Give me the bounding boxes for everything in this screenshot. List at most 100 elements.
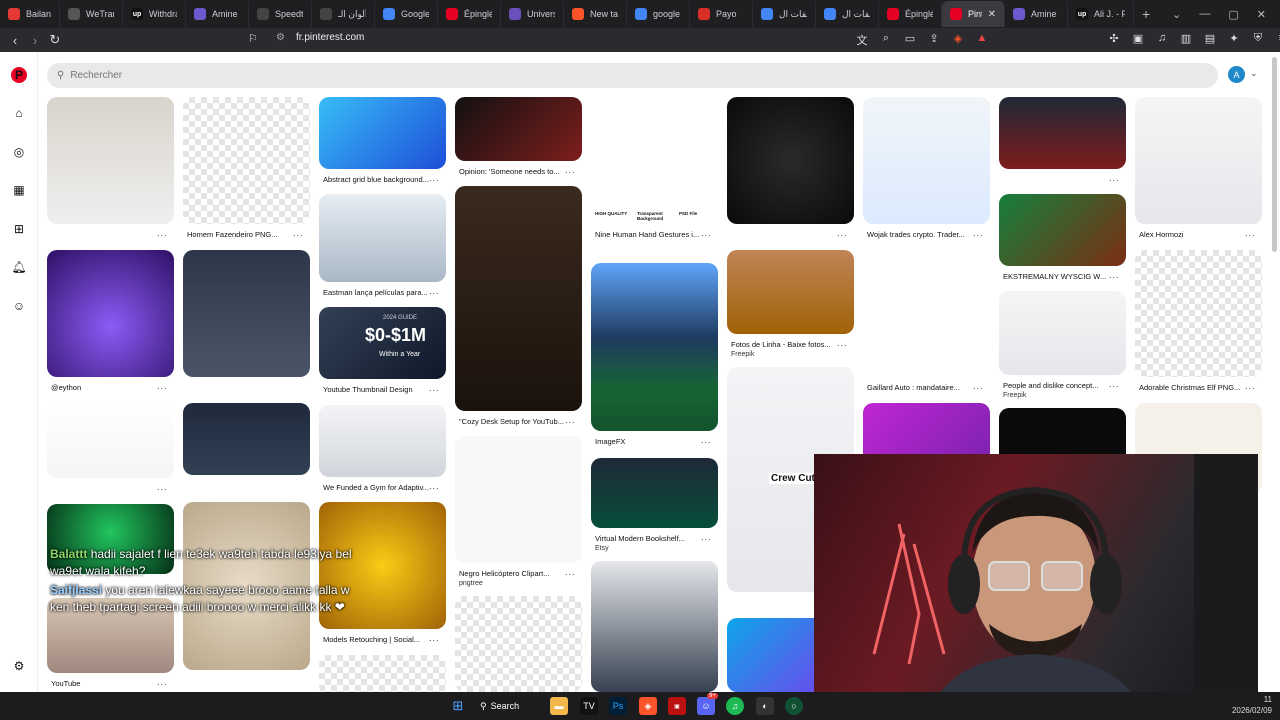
notifications-icon[interactable]: 🔔︎: [11, 259, 27, 275]
pin-title[interactable]: Gaillard Auto : mandataire...: [867, 383, 977, 392]
zoom-icon[interactable]: ⌕: [879, 32, 893, 48]
pin-image[interactable]: [319, 194, 446, 282]
app-icon[interactable]: ▣: [668, 697, 686, 715]
pin-image[interactable]: [455, 186, 582, 411]
page-scrollbar[interactable]: [1272, 57, 1277, 252]
pin-title[interactable]: ImageFX: [595, 437, 705, 446]
pin-title[interactable]: YouTube: [51, 679, 161, 688]
file-explorer-icon[interactable]: ▬: [550, 697, 568, 715]
pin-image[interactable]: [455, 436, 582, 563]
brave-icon[interactable]: ◈: [639, 697, 657, 715]
pin-title[interactable]: Models Retouching | Social...: [323, 635, 433, 644]
taskbar-search[interactable]: ⚲ Search: [480, 697, 552, 715]
boards-icon[interactable]: ▦: [11, 182, 27, 198]
forward-icon[interactable]: ›: [24, 29, 46, 51]
create-icon[interactable]: ⊞: [11, 221, 27, 237]
pin-title[interactable]: EKSTREMALNY WYSCIG W...: [1003, 272, 1113, 281]
minimize-icon[interactable]: —: [1199, 8, 1210, 20]
site-info-icon[interactable]: ⚙: [276, 32, 285, 43]
extensions-icon[interactable]: ✣: [1107, 32, 1121, 45]
pin-title[interactable]: "Cozy Desk Setup for YouTub...: [459, 417, 569, 426]
bookmark-icon[interactable]: ⚐: [248, 32, 258, 45]
pin-image[interactable]: [47, 403, 174, 478]
pin-image[interactable]: [47, 97, 174, 224]
windows-start-icon[interactable]: ⊞: [449, 697, 467, 715]
new-tab-button[interactable]: +: [1134, 6, 1158, 22]
pin-image[interactable]: [727, 250, 854, 334]
pin-title[interactable]: Youtube Thumbnail Design: [323, 385, 433, 394]
avatar[interactable]: A: [1228, 66, 1245, 83]
pin-title[interactable]: Negro Helicóptero Clipart...: [459, 569, 569, 578]
pin-image[interactable]: [863, 97, 990, 224]
pin-title[interactable]: Abstract grid blue background...: [323, 175, 433, 184]
pin-image[interactable]: [999, 97, 1126, 169]
explore-icon[interactable]: ◎: [11, 144, 27, 160]
browser-tab[interactable]: Épinglé: [879, 1, 942, 27]
pin-title[interactable]: We Funded a Gym for Adaptiv...: [323, 483, 433, 492]
pin-image[interactable]: [319, 97, 446, 169]
pin-title[interactable]: Fotos de Linha - Baixe fotos...: [731, 340, 841, 349]
search-input[interactable]: Rechercher: [70, 70, 122, 81]
pin-image[interactable]: 2024 GUIDE $0-$1M Within a Year: [319, 307, 446, 379]
translate-icon[interactable]: 文: [855, 32, 869, 48]
pin-title[interactable]: Eastman lança películas para...: [323, 288, 433, 297]
browser-tab[interactable]: Payo: [690, 1, 753, 27]
rewards-icon[interactable]: ▲: [975, 32, 989, 48]
pin-image[interactable]: HIGH QUALITY Transparent Background PSD Fi…: [591, 97, 718, 224]
discord-icon[interactable]: ☺: [697, 697, 715, 715]
pin-image[interactable]: [183, 97, 310, 224]
browser-tab[interactable]: Amine D: [186, 1, 249, 27]
brave-shield-icon[interactable]: ◈: [951, 32, 965, 48]
reload-icon[interactable]: ↻: [44, 29, 66, 51]
browser-tab[interactable]: Amine D: [1005, 1, 1068, 27]
pin-title[interactable]: Virtual Modern Bookshelf...: [595, 534, 705, 543]
app-icon[interactable]: ○: [785, 697, 803, 715]
sidebar-icon[interactable]: ▥: [1179, 32, 1193, 45]
browser-tab[interactable]: google t: [627, 1, 690, 27]
address-bar[interactable]: fr.pinterest.com: [296, 32, 364, 43]
pin-image[interactable]: [47, 250, 174, 377]
pin-title[interactable]: Wojak trades crypto. Trader...: [867, 230, 977, 239]
tab-search-icon[interactable]: ⌄: [1172, 8, 1181, 21]
pin-image[interactable]: [455, 596, 582, 692]
search-bar[interactable]: ⚲ Rechercher: [47, 63, 1218, 88]
browser-tab[interactable]: ألوان الـ: [312, 1, 375, 27]
browser-tab[interactable]: Speedte: [249, 1, 312, 27]
browser-tab[interactable]: ملفات ال: [816, 1, 879, 27]
photoshop-icon[interactable]: Ps: [609, 697, 627, 715]
tradingview-icon[interactable]: TV: [580, 697, 598, 715]
home-icon[interactable]: ⌂: [11, 105, 27, 121]
account-menu-chevron-icon[interactable]: ⌄: [1250, 68, 1258, 79]
browser-tab[interactable]: Google: [375, 1, 438, 27]
pin-image[interactable]: [863, 250, 990, 377]
messages-icon[interactable]: ☺: [11, 298, 27, 314]
pin-image[interactable]: [591, 263, 718, 431]
browser-tab[interactable]: Pint ✕: [942, 1, 1005, 27]
share-icon[interactable]: ⇪: [927, 32, 941, 48]
music-icon[interactable]: ♫: [1155, 32, 1169, 45]
browser-tab[interactable]: ملفات ال: [753, 1, 816, 27]
pin-image[interactable]: [1135, 97, 1262, 224]
back-icon[interactable]: ‹: [4, 29, 26, 51]
menu-icon[interactable]: ≡: [1275, 32, 1280, 45]
pin-image[interactable]: [319, 405, 446, 477]
pin-title[interactable]: Alex Hormozi: [1139, 230, 1249, 239]
close-window-icon[interactable]: ✕: [1257, 8, 1266, 21]
pin-title[interactable]: Adorable Christmas Elf PNG...: [1139, 383, 1249, 392]
pin-title[interactable]: People and dislike concept...: [1003, 381, 1113, 390]
pin-image[interactable]: [999, 194, 1126, 266]
vpn-icon[interactable]: ⛨: [1251, 32, 1265, 45]
pin-image[interactable]: [455, 97, 582, 161]
pin-image[interactable]: [319, 655, 446, 692]
wallet-icon[interactable]: ▤: [1203, 32, 1217, 45]
settings-icon[interactable]: ⚙: [11, 658, 27, 674]
screenshot-icon[interactable]: ▣: [1131, 32, 1145, 45]
pin-image[interactable]: [591, 458, 718, 528]
pin-image[interactable]: [591, 561, 718, 692]
pin-image[interactable]: [727, 97, 854, 224]
pin-title[interactable]: Nine Human Hand Gestures i...: [595, 230, 705, 239]
pin-title[interactable]: Opinion: 'Someone needs to...: [459, 167, 569, 176]
cast-icon[interactable]: ▭: [903, 32, 917, 48]
leo-icon[interactable]: ✦: [1227, 32, 1241, 45]
pin-image[interactable]: [999, 291, 1126, 375]
